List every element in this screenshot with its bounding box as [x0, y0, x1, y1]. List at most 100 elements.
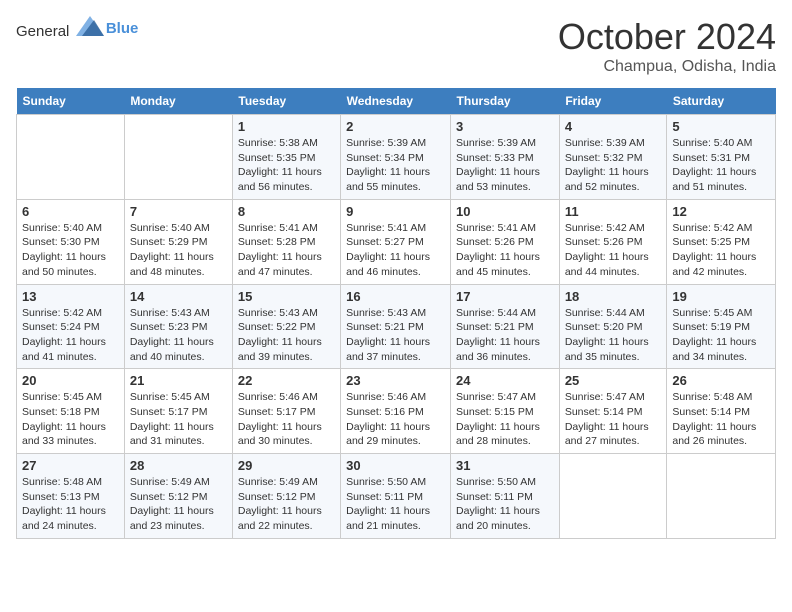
month-title: October 2024	[558, 16, 776, 58]
calendar-cell: 2 Sunrise: 5:39 AMSunset: 5:34 PMDaylight…	[341, 115, 451, 200]
calendar-cell: 5 Sunrise: 5:40 AMSunset: 5:31 PMDaylight…	[667, 115, 776, 200]
day-header-saturday: Saturday	[667, 88, 776, 115]
cell-info: Sunrise: 5:49 AMSunset: 5:12 PMDaylight:…	[238, 475, 335, 534]
day-number: 18	[565, 289, 662, 304]
cell-info: Sunrise: 5:48 AMSunset: 5:13 PMDaylight:…	[22, 475, 119, 534]
logo-text-blue: Blue	[106, 20, 139, 37]
calendar-cell: 3Sunrise: 5:39 AMSunset: 5:33 PMDaylight…	[451, 115, 560, 200]
cell-info: Sunrise: 5:43 AMSunset: 5:23 PMDaylight:…	[130, 306, 227, 365]
cell-info: Sunrise: 5:49 AMSunset: 5:12 PMDaylight:…	[130, 475, 227, 534]
calendar-cell: 1Sunrise: 5:38 AMSunset: 5:35 PMDaylight…	[232, 115, 340, 200]
day-header-sunday: Sunday	[17, 88, 125, 115]
calendar-cell: 12 Sunrise: 5:42 AMSunset: 5:25 PMDayligh…	[667, 199, 776, 284]
day-number: 1	[238, 119, 335, 134]
calendar-cell: 17Sunrise: 5:44 AMSunset: 5:21 PMDayligh…	[451, 284, 560, 369]
day-header-tuesday: Tuesday	[232, 88, 340, 115]
day-header-friday: Friday	[559, 88, 667, 115]
day-number: 26	[672, 373, 770, 388]
calendar-week-3: 20Sunrise: 5:45 AMSunset: 5:18 PMDayligh…	[17, 369, 776, 454]
calendar-cell: 10 Sunrise: 5:41 AMSunset: 5:26 PMDayligh…	[451, 199, 560, 284]
calendar-cell: 19Sunrise: 5:45 AMSunset: 5:19 PMDayligh…	[667, 284, 776, 369]
calendar-cell: 14 Sunrise: 5:43 AMSunset: 5:23 PMDayligh…	[124, 284, 232, 369]
day-number: 25	[565, 373, 662, 388]
calendar-cell: 27Sunrise: 5:48 AMSunset: 5:13 PMDayligh…	[17, 454, 125, 539]
calendar-cell: 7 Sunrise: 5:40 AMSunset: 5:29 PMDaylight…	[124, 199, 232, 284]
day-number: 29	[238, 458, 335, 473]
day-header-thursday: Thursday	[451, 88, 560, 115]
calendar-cell: 23 Sunrise: 5:46 AMSunset: 5:16 PMDayligh…	[341, 369, 451, 454]
day-header-wednesday: Wednesday	[341, 88, 451, 115]
day-number: 20	[22, 373, 119, 388]
day-header-monday: Monday	[124, 88, 232, 115]
cell-info: Sunrise: 5:50 AMSunset: 5:11 PMDaylight:…	[346, 475, 445, 534]
calendar-table: SundayMondayTuesdayWednesdayThursdayFrid…	[16, 88, 776, 539]
day-number: 22	[238, 373, 335, 388]
day-number: 6	[22, 204, 119, 219]
page-header: General Blue October 2024 Champua, Odish…	[16, 16, 776, 76]
day-number: 31	[456, 458, 554, 473]
calendar-week-4: 27Sunrise: 5:48 AMSunset: 5:13 PMDayligh…	[17, 454, 776, 539]
calendar-cell: 31 Sunrise: 5:50 AMSunset: 5:11 PMDayligh…	[451, 454, 560, 539]
cell-info: Sunrise: 5:41 AMSunset: 5:27 PMDaylight:…	[346, 221, 445, 280]
title-block: October 2024 Champua, Odisha, India	[558, 16, 776, 76]
calendar-week-1: 6 Sunrise: 5:40 AMSunset: 5:30 PMDaylight…	[17, 199, 776, 284]
day-number: 30	[346, 458, 445, 473]
cell-info: Sunrise: 5:45 AMSunset: 5:19 PMDaylight:…	[672, 306, 770, 365]
cell-info: Sunrise: 5:40 AMSunset: 5:29 PMDaylight:…	[130, 221, 227, 280]
day-number: 10	[456, 204, 554, 219]
calendar-body: 1Sunrise: 5:38 AMSunset: 5:35 PMDaylight…	[17, 115, 776, 539]
calendar-header: SundayMondayTuesdayWednesdayThursdayFrid…	[17, 88, 776, 115]
calendar-cell: 25 Sunrise: 5:47 AMSunset: 5:14 PMDayligh…	[559, 369, 667, 454]
day-number: 7	[130, 204, 227, 219]
cell-info: Sunrise: 5:46 AMSunset: 5:17 PMDaylight:…	[238, 390, 335, 449]
day-number: 8	[238, 204, 335, 219]
calendar-cell: 13Sunrise: 5:42 AMSunset: 5:24 PMDayligh…	[17, 284, 125, 369]
cell-info: Sunrise: 5:44 AMSunset: 5:21 PMDaylight:…	[456, 306, 554, 365]
calendar-cell: 21Sunrise: 5:45 AMSunset: 5:17 PMDayligh…	[124, 369, 232, 454]
cell-info: Sunrise: 5:47 AMSunset: 5:14 PMDaylight:…	[565, 390, 662, 449]
day-number: 21	[130, 373, 227, 388]
cell-info: Sunrise: 5:42 AMSunset: 5:25 PMDaylight:…	[672, 221, 770, 280]
calendar-cell: 9Sunrise: 5:41 AMSunset: 5:27 PMDaylight…	[341, 199, 451, 284]
calendar-week-2: 13Sunrise: 5:42 AMSunset: 5:24 PMDayligh…	[17, 284, 776, 369]
cell-info: Sunrise: 5:39 AMSunset: 5:32 PMDaylight:…	[565, 136, 662, 195]
calendar-week-0: 1Sunrise: 5:38 AMSunset: 5:35 PMDaylight…	[17, 115, 776, 200]
day-number: 2	[346, 119, 445, 134]
calendar-cell	[124, 115, 232, 200]
cell-info: Sunrise: 5:41 AMSunset: 5:28 PMDaylight:…	[238, 221, 335, 280]
day-number: 13	[22, 289, 119, 304]
calendar-cell: 30 Sunrise: 5:50 AMSunset: 5:11 PMDayligh…	[341, 454, 451, 539]
day-number: 5	[672, 119, 770, 134]
day-number: 24	[456, 373, 554, 388]
calendar-cell: 8 Sunrise: 5:41 AMSunset: 5:28 PMDaylight…	[232, 199, 340, 284]
cell-info: Sunrise: 5:39 AMSunset: 5:34 PMDaylight:…	[346, 136, 445, 195]
day-number: 15	[238, 289, 335, 304]
cell-info: Sunrise: 5:46 AMSunset: 5:16 PMDaylight:…	[346, 390, 445, 449]
calendar-cell: 28Sunrise: 5:49 AMSunset: 5:12 PMDayligh…	[124, 454, 232, 539]
cell-info: Sunrise: 5:43 AMSunset: 5:21 PMDaylight:…	[346, 306, 445, 365]
cell-info: Sunrise: 5:39 AMSunset: 5:33 PMDaylight:…	[456, 136, 554, 195]
cell-info: Sunrise: 5:40 AMSunset: 5:31 PMDaylight:…	[672, 136, 770, 195]
calendar-cell: 4Sunrise: 5:39 AMSunset: 5:32 PMDaylight…	[559, 115, 667, 200]
cell-info: Sunrise: 5:50 AMSunset: 5:11 PMDaylight:…	[456, 475, 554, 534]
cell-info: Sunrise: 5:40 AMSunset: 5:30 PMDaylight:…	[22, 221, 119, 280]
calendar-cell: 6 Sunrise: 5:40 AMSunset: 5:30 PMDaylight…	[17, 199, 125, 284]
calendar-cell: 20Sunrise: 5:45 AMSunset: 5:18 PMDayligh…	[17, 369, 125, 454]
calendar-cell: 11Sunrise: 5:42 AMSunset: 5:26 PMDayligh…	[559, 199, 667, 284]
calendar-cell: 22 Sunrise: 5:46 AMSunset: 5:17 PMDayligh…	[232, 369, 340, 454]
cell-info: Sunrise: 5:43 AMSunset: 5:22 PMDaylight:…	[238, 306, 335, 365]
logo: General Blue	[16, 16, 138, 41]
calendar-cell	[667, 454, 776, 539]
day-number: 23	[346, 373, 445, 388]
cell-info: Sunrise: 5:41 AMSunset: 5:26 PMDaylight:…	[456, 221, 554, 280]
calendar-cell	[17, 115, 125, 200]
calendar-cell	[559, 454, 667, 539]
location: Champua, Odisha, India	[558, 58, 776, 76]
logo-icon	[76, 16, 104, 36]
logo-text-general: General	[16, 23, 69, 40]
day-number: 14	[130, 289, 227, 304]
calendar-cell: 24Sunrise: 5:47 AMSunset: 5:15 PMDayligh…	[451, 369, 560, 454]
day-number: 11	[565, 204, 662, 219]
calendar-cell: 15 Sunrise: 5:43 AMSunset: 5:22 PMDayligh…	[232, 284, 340, 369]
day-number: 12	[672, 204, 770, 219]
